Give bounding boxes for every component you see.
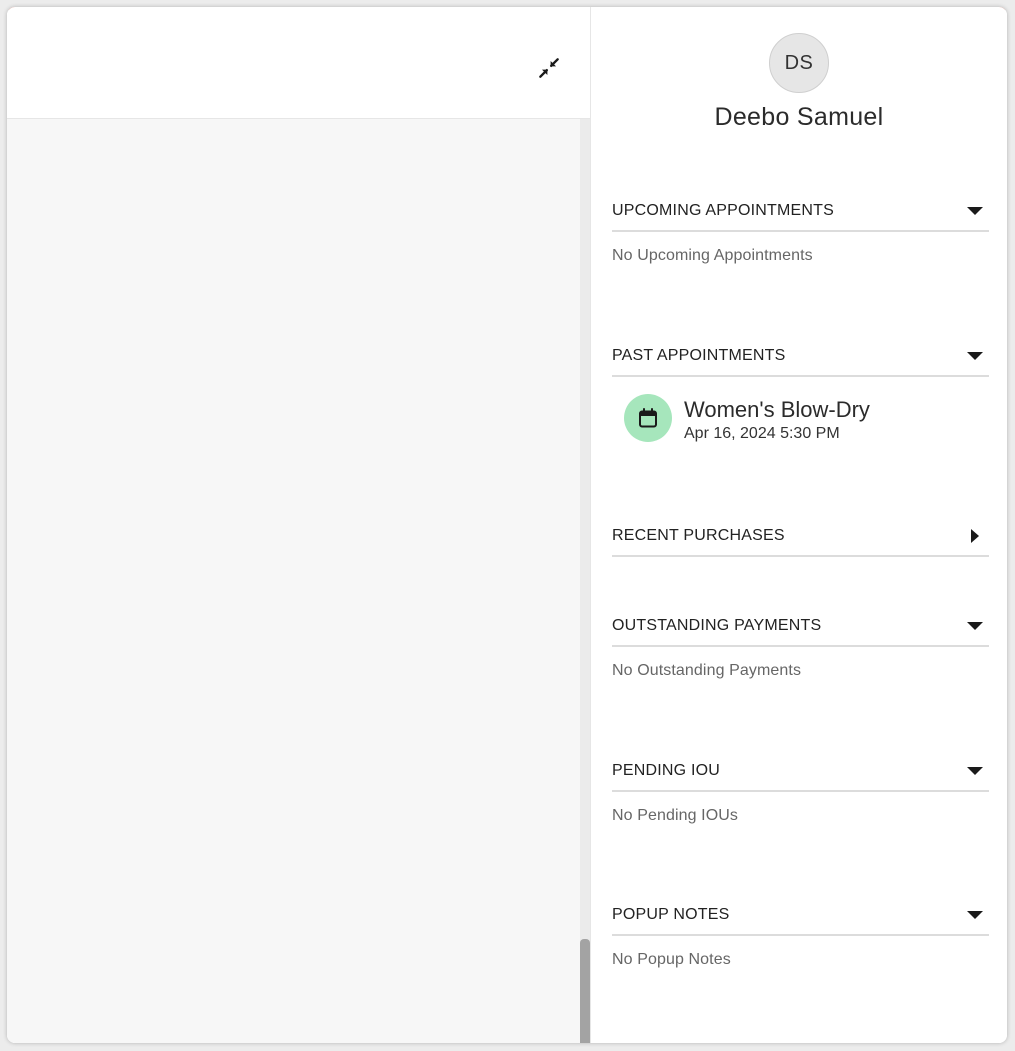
recent-purchases-section: RECENT PURCHASES: [612, 512, 989, 557]
client-window: DS Deebo Samuel UPCOMING APPOINTMENTS No…: [7, 7, 1007, 1043]
caret-down-icon[interactable]: [967, 206, 983, 215]
popup-notes-section: POPUP NOTES No Popup Notes: [612, 891, 989, 969]
calendar-icon: [639, 408, 657, 428]
pending-iou-section: PENDING IOU No Pending IOUs: [612, 747, 989, 825]
scrollbar-track[interactable]: [580, 119, 590, 1043]
outstanding-payments-section: OUTSTANDING PAYMENTS No Outstanding Paym…: [612, 602, 989, 680]
section-title: UPCOMING APPOINTMENTS: [612, 201, 834, 219]
recent-purchases-header[interactable]: RECENT PURCHASES: [612, 512, 989, 557]
empty-state-text: No Pending IOUs: [612, 807, 739, 824]
client-details-panel: DS Deebo Samuel UPCOMING APPOINTMENTS No…: [591, 7, 1007, 1043]
appointment-title: Women's Blow-Dry: [684, 397, 870, 422]
avatar: DS: [769, 33, 829, 93]
left-pane: [7, 7, 590, 1043]
section-title: OUTSTANDING PAYMENTS: [612, 616, 822, 634]
caret-down-icon[interactable]: [967, 766, 983, 775]
appointment-item[interactable]: Women's Blow-Dry Apr 16, 2024 5:30 PM: [624, 394, 989, 443]
caret-right-icon[interactable]: [971, 528, 979, 543]
empty-state-text: No Popup Notes: [612, 951, 731, 968]
upcoming-appointments-header[interactable]: UPCOMING APPOINTMENTS: [612, 187, 989, 232]
avatar-initials: DS: [784, 51, 814, 74]
empty-state-text: No Outstanding Payments: [612, 662, 802, 679]
collapse-button[interactable]: [533, 52, 565, 84]
caret-down-icon[interactable]: [967, 910, 983, 919]
caret-down-icon[interactable]: [967, 351, 983, 360]
caret-down-icon[interactable]: [967, 621, 983, 630]
calendar-icon-badge: [624, 394, 672, 442]
section-title: PENDING IOU: [612, 761, 720, 779]
collapse-arrows-icon: [539, 58, 559, 78]
client-name: Deebo Samuel: [714, 103, 884, 131]
left-pane-body: [7, 119, 580, 1043]
outstanding-payments-header[interactable]: OUTSTANDING PAYMENTS: [612, 602, 989, 647]
section-title: POPUP NOTES: [612, 905, 730, 923]
section-title: RECENT PURCHASES: [612, 526, 785, 544]
popup-notes-header[interactable]: POPUP NOTES: [612, 891, 989, 936]
section-title: PAST APPOINTMENTS: [612, 346, 786, 364]
scrollbar-thumb[interactable]: [580, 939, 590, 1043]
left-pane-header: [7, 10, 590, 119]
past-appointments-header[interactable]: PAST APPOINTMENTS: [612, 332, 989, 377]
empty-state-text: No Upcoming Appointments: [612, 247, 813, 264]
upcoming-appointments-section: UPCOMING APPOINTMENTS No Upcoming Appoin…: [612, 187, 989, 265]
appointment-date: Apr 16, 2024 5:30 PM: [684, 425, 840, 442]
pending-iou-header[interactable]: PENDING IOU: [612, 747, 989, 792]
past-appointments-section: PAST APPOINTMENTS Women's Blow-Dry Apr 1…: [612, 332, 989, 443]
